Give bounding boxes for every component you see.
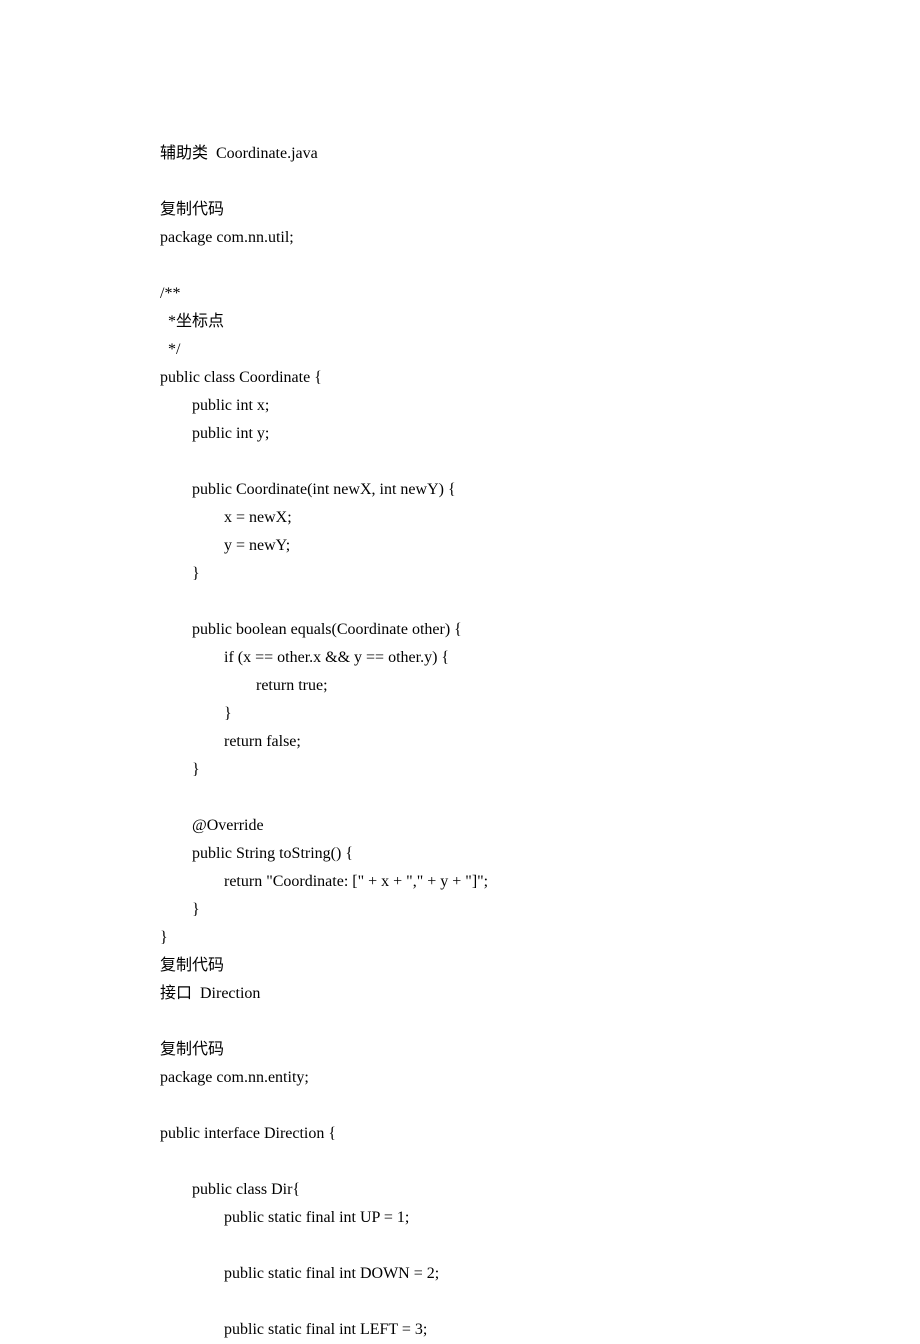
code-line: return "Coordinate: [" + x + "," + y + "… [160, 868, 760, 896]
code-line: public int x; [160, 392, 760, 420]
code-line [160, 784, 760, 812]
code-line: @Override [160, 812, 760, 840]
code-line: return true; [160, 672, 760, 700]
document-content: 辅助类 Coordinate.java复制代码package com.nn.ut… [160, 140, 760, 1344]
code-line [160, 252, 760, 280]
code-line [160, 1232, 760, 1260]
code-line [160, 1288, 760, 1316]
code-line: public int y; [160, 420, 760, 448]
code-line: 辅助类 Coordinate.java [160, 140, 760, 168]
code-line [160, 168, 760, 196]
code-line: return false; [160, 728, 760, 756]
code-line: if (x == other.x && y == other.y) { [160, 644, 760, 672]
code-line: public class Coordinate { [160, 364, 760, 392]
code-line: public class Dir{ [160, 1176, 760, 1204]
code-line: package com.nn.util; [160, 224, 760, 252]
code-line: } [160, 924, 760, 952]
code-line [160, 588, 760, 616]
code-line: /** [160, 280, 760, 308]
code-line: public boolean equals(Coordinate other) … [160, 616, 760, 644]
code-line: public Coordinate(int newX, int newY) { [160, 476, 760, 504]
code-line: public interface Direction { [160, 1120, 760, 1148]
code-line [160, 1148, 760, 1176]
code-line [160, 1008, 760, 1036]
code-line: y = newY; [160, 532, 760, 560]
code-line: public String toString() { [160, 840, 760, 868]
code-line: 复制代码 [160, 1036, 760, 1064]
code-line: public static final int LEFT = 3; [160, 1316, 760, 1344]
code-line: } [160, 756, 760, 784]
code-line: 复制代码 [160, 952, 760, 980]
code-line: */ [160, 336, 760, 364]
code-line [160, 448, 760, 476]
code-line: 接口 Direction [160, 980, 760, 1008]
code-line: } [160, 560, 760, 588]
code-line: x = newX; [160, 504, 760, 532]
code-line: 复制代码 [160, 196, 760, 224]
code-line: *坐标点 [160, 308, 760, 336]
code-line: package com.nn.entity; [160, 1064, 760, 1092]
code-line: public static final int UP = 1; [160, 1204, 760, 1232]
code-line: public static final int DOWN = 2; [160, 1260, 760, 1288]
code-line: } [160, 896, 760, 924]
code-line [160, 1092, 760, 1120]
code-line: } [160, 700, 760, 728]
